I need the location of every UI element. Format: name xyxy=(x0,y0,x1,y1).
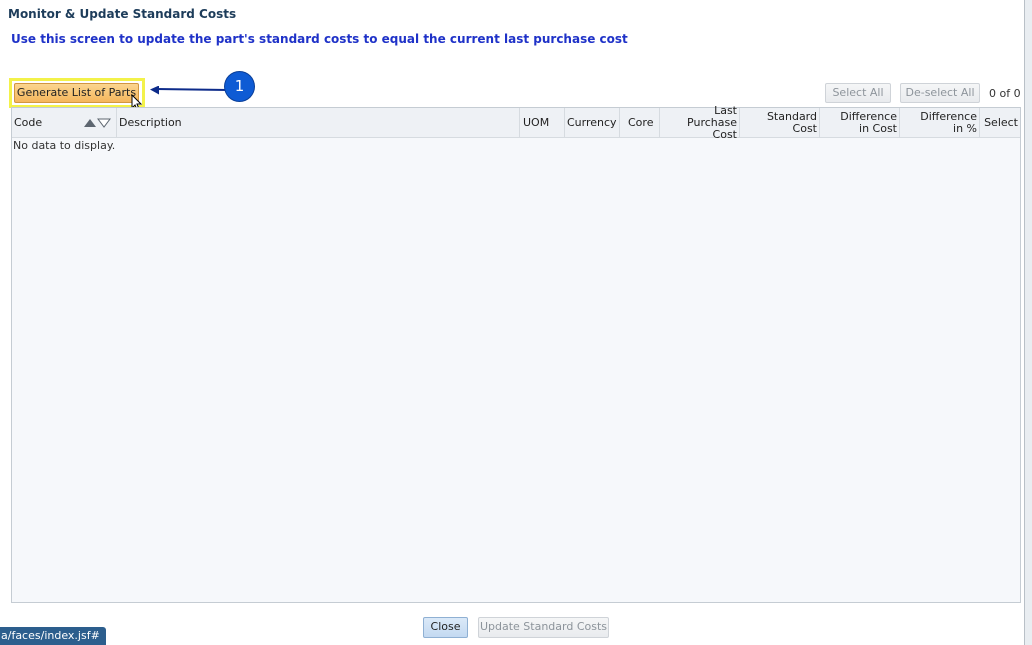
generate-list-button[interactable]: Generate List of Parts xyxy=(14,83,139,103)
sort-ascending-icon xyxy=(84,119,96,127)
column-header-core[interactable]: Core xyxy=(620,108,660,137)
column-header-difference-in-cost[interactable]: Difference in Cost xyxy=(820,108,900,137)
dialog-subtitle: Use this screen to update the part's sta… xyxy=(11,32,628,46)
column-label: Standard Cost xyxy=(766,109,817,135)
select-all-button[interactable]: Select All xyxy=(825,83,891,103)
column-label: Difference in % xyxy=(920,109,977,135)
column-label: Code xyxy=(14,116,43,129)
sort-descending-icon xyxy=(97,118,111,128)
column-label: Currency xyxy=(567,116,617,129)
deselect-all-button[interactable]: De-select All xyxy=(900,83,980,103)
column-header-uom[interactable]: UOM xyxy=(520,108,565,137)
column-header-difference-in-pct[interactable]: Difference in % xyxy=(900,108,980,137)
column-label: Difference in Cost xyxy=(840,109,897,135)
record-count: 0 of 0 xyxy=(989,87,1021,100)
column-label: Core xyxy=(628,116,654,129)
column-label: Last Purchase Cost xyxy=(687,103,737,141)
callout-badge: 1 xyxy=(225,72,254,101)
close-button[interactable]: Close xyxy=(423,617,468,638)
column-header-last-purchase-cost[interactable]: Last Purchase Cost xyxy=(660,104,740,140)
parts-table: Code Description UOM Currency Core Last … xyxy=(11,104,1021,603)
callout-arrow xyxy=(150,86,229,95)
column-header-standard-cost[interactable]: Standard Cost xyxy=(740,108,820,137)
column-header-select[interactable]: Select xyxy=(980,108,1020,137)
sort-icon[interactable] xyxy=(83,118,111,128)
background-window-edge xyxy=(1024,0,1032,645)
table-header: Code Description UOM Currency Core Last … xyxy=(12,104,1020,140)
column-header-description[interactable]: Description xyxy=(117,108,520,137)
column-label: Select xyxy=(984,115,1018,129)
status-bar-url: a/faces/index.jsf# xyxy=(0,627,106,645)
dialog: Monitor & Update Standard Costs Use this… xyxy=(0,0,1031,645)
dialog-title: Monitor & Update Standard Costs xyxy=(8,7,237,21)
column-label: UOM xyxy=(523,116,550,129)
column-header-code[interactable]: Code xyxy=(12,108,117,137)
column-label: Description xyxy=(119,116,182,129)
update-standard-costs-button[interactable]: Update Standard Costs xyxy=(478,617,609,638)
column-header-currency[interactable]: Currency xyxy=(565,108,620,137)
empty-table-message: No data to display. xyxy=(13,139,116,152)
